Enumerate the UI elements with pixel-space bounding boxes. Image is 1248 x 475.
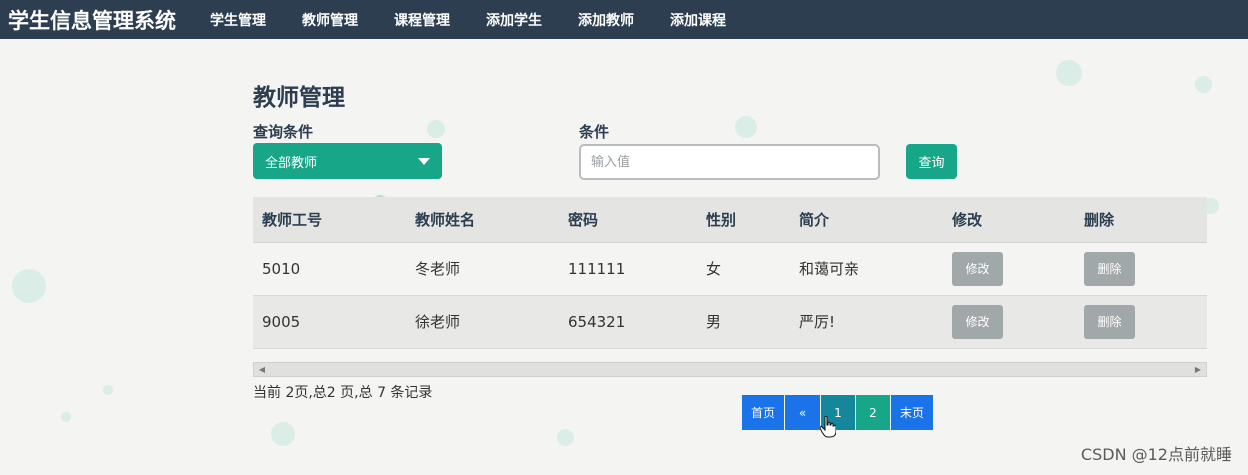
cell-password: 111111	[568, 259, 626, 278]
condition-label: 条件	[579, 123, 610, 141]
scroll-right-icon[interactable]: ▶	[1192, 363, 1204, 376]
cell-teacher-name: 徐老师	[415, 313, 461, 331]
cell-edit: 修改	[943, 295, 1075, 348]
decor-bubble	[61, 412, 71, 422]
nav-add-course[interactable]: 添加课程	[670, 10, 726, 30]
prev-page-button[interactable]: «	[785, 395, 820, 430]
decor-bubble	[1056, 60, 1082, 86]
watermark: CSDN @12点前就睡	[1080, 445, 1232, 464]
scroll-left-icon[interactable]: ◀	[256, 363, 268, 376]
nav-course-management[interactable]: 课程管理	[394, 10, 450, 30]
query-button[interactable]: 查询	[906, 144, 957, 179]
horizontal-scrollbar[interactable]: ◀ ▶	[253, 362, 1207, 377]
cell-edit: 修改	[943, 242, 1075, 295]
hand-cursor-icon	[820, 416, 836, 438]
edit-button[interactable]: 修改	[952, 304, 1003, 339]
cell-teacher-name: 冬老师	[415, 260, 461, 278]
decor-bubble	[103, 385, 113, 395]
select-value: 全部教师	[265, 155, 318, 171]
page-2-button[interactable]: 2	[856, 395, 890, 430]
pagination: 首页 « 1 2 末页	[742, 395, 934, 430]
header-edit: 修改	[943, 197, 1075, 243]
search-input[interactable]	[579, 144, 880, 180]
cell-delete: 删除	[1075, 242, 1207, 295]
decor-bubble	[557, 429, 574, 446]
nav-teacher-management[interactable]: 教师管理	[302, 10, 358, 30]
nav-add-teacher[interactable]: 添加教师	[578, 10, 634, 30]
header-teacher-id: 教师工号	[253, 197, 406, 243]
caret-down-icon	[418, 157, 430, 165]
nav-add-student[interactable]: 添加学生	[486, 10, 542, 30]
cell-intro: 和蔼可亲	[799, 260, 860, 278]
cell-gender: 男	[706, 313, 722, 331]
nav-student-management[interactable]: 学生管理	[210, 10, 266, 30]
cell-intro: 严厉!	[799, 313, 836, 331]
top-navbar: 学生信息管理系统 学生管理 教师管理 课程管理 添加学生 添加教师 添加课程	[0, 0, 1248, 39]
decor-bubble	[735, 116, 757, 138]
table-row: 9005 徐老师 654321 男 严厉! 修改 删除	[253, 295, 1207, 348]
query-condition-select[interactable]: 全部教师	[253, 143, 442, 179]
delete-button[interactable]: 删除	[1084, 251, 1135, 286]
teacher-table: 教师工号 教师姓名 密码 性别 简介 修改 删除 5010 冬老师 111111…	[253, 197, 1207, 349]
decor-bubble	[12, 269, 46, 303]
table-header-row: 教师工号 教师姓名 密码 性别 简介 修改 删除	[253, 197, 1207, 243]
cell-password: 654321	[568, 312, 626, 331]
edit-button[interactable]: 修改	[952, 251, 1003, 286]
first-page-button[interactable]: 首页	[742, 395, 784, 430]
header-gender: 性别	[697, 197, 790, 243]
header-delete: 删除	[1075, 197, 1207, 243]
header-password: 密码	[559, 197, 697, 243]
last-page-button[interactable]: 末页	[891, 395, 933, 430]
cell-delete: 删除	[1075, 295, 1207, 348]
decor-bubble	[427, 120, 445, 138]
table-row: 5010 冬老师 111111 女 和蔼可亲 修改 删除	[253, 242, 1207, 295]
page-info: 当前 2页,总2 页,总 7 条记录	[253, 385, 433, 401]
cell-teacher-id: 5010	[262, 259, 301, 278]
cell-gender: 女	[706, 260, 722, 278]
cell-teacher-id: 9005	[262, 312, 301, 331]
header-intro: 简介	[790, 197, 943, 243]
decor-bubble	[271, 422, 295, 446]
app-brand[interactable]: 学生信息管理系统	[8, 5, 210, 35]
query-condition-label: 查询条件	[253, 123, 314, 141]
delete-button[interactable]: 删除	[1084, 304, 1135, 339]
decor-bubble	[1195, 76, 1212, 93]
header-teacher-name: 教师姓名	[406, 197, 559, 243]
page-title: 教师管理	[253, 85, 345, 111]
